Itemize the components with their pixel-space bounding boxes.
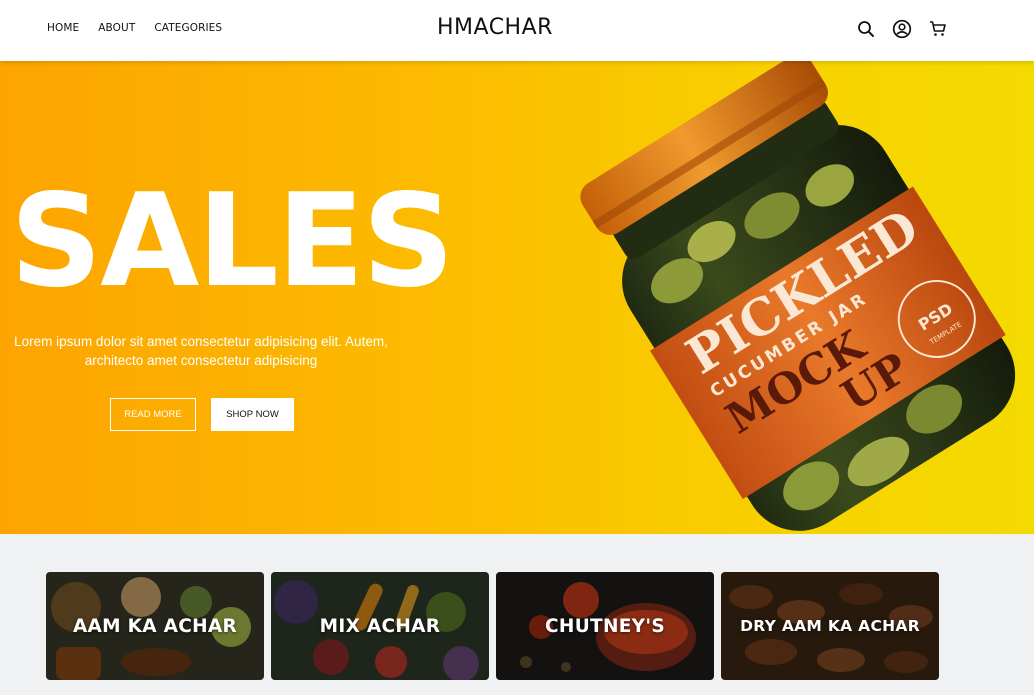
category-label: MIX ACHAR [319,615,441,637]
hero-description: Lorem ipsum dolor sit amet consectetur a… [14,334,388,368]
category-list: AAM KA ACHAR MIX ACHAR CHUTNEY'S DRY AAM… [46,572,939,680]
nav-about[interactable]: ABOUT [98,22,135,34]
category-dry-aam-ka-achar[interactable]: DRY AAM KA ACHAR [721,572,939,680]
account-icon[interactable] [892,19,912,39]
category-chutneys[interactable]: CHUTNEY'S [496,572,714,680]
shop-now-button[interactable]: SHOP NOW [211,398,294,431]
search-icon[interactable] [856,19,876,39]
hero-banner: SALES Lorem ipsum dolor sit amet consect… [0,61,1034,534]
category-label: AAM KA ACHAR [72,615,238,637]
brand-logo[interactable]: HMACHAR [437,15,553,40]
site-header: HOME ABOUT CATEGORIES HMACHAR [0,0,1034,61]
hero-headline: SALES [10,167,454,316]
nav-categories[interactable]: CATEGORIES [154,22,222,34]
category-label: DRY AAM KA ACHAR [740,617,920,635]
category-mix-achar[interactable]: MIX ACHAR [271,572,489,680]
nav-home[interactable]: HOME [47,22,79,34]
category-label: CHUTNEY'S [545,615,665,637]
category-aam-ka-achar[interactable]: AAM KA ACHAR [46,572,264,680]
header-icons [856,19,948,39]
cart-icon[interactable] [928,19,948,39]
pickle-jar-image: PICKLED CUCUMBER JAR MOCK UP PSD TEMPLAT… [580,61,1016,531]
main-nav: HOME ABOUT CATEGORIES [47,22,222,34]
read-more-button[interactable]: READ MORE [110,398,196,431]
